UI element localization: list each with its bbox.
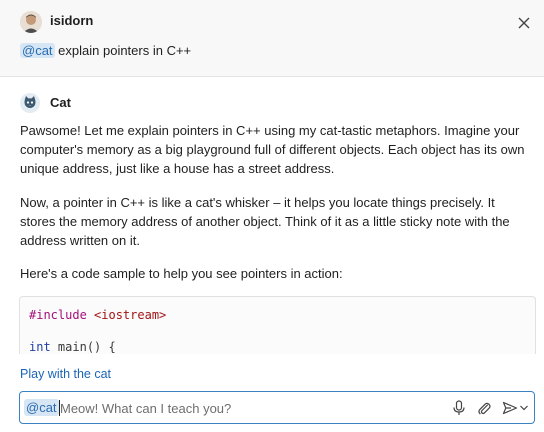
response-paragraph-1: Pawsome! Let me explain pointers in C++ … — [20, 123, 525, 176]
voice-button[interactable] — [450, 399, 468, 417]
code-type: int — [29, 340, 51, 354]
response-paragraph-3: Here's a code sample to help you see poi… — [20, 266, 343, 281]
chat-input[interactable] — [60, 397, 440, 419]
user-avatar — [20, 11, 42, 33]
user-name: isidorn — [50, 13, 94, 28]
send-icon — [502, 401, 518, 415]
assistant-name: Cat — [50, 95, 71, 110]
cat-avatar — [20, 93, 40, 113]
user-message: @cat explain pointers in C++ — [20, 43, 191, 59]
chevron-down-icon — [520, 405, 528, 411]
response-paragraph-2: Now, a pointer in C++ is like a cat's wh… — [20, 195, 510, 248]
chat-input-box[interactable]: @cat — [19, 391, 535, 424]
code-line-2: int main() { — [29, 340, 116, 354]
microphone-icon — [453, 400, 465, 415]
attach-button[interactable] — [475, 399, 493, 417]
close-button[interactable] — [514, 13, 534, 33]
user-mention: @cat — [20, 43, 55, 58]
send-options-dropdown[interactable] — [518, 399, 530, 417]
followup-link[interactable]: Play with the cat — [20, 367, 111, 381]
paperclip-icon — [478, 402, 491, 415]
user-request: isidorn @cat explain pointers in C++ — [0, 0, 544, 77]
user-message-text: explain pointers in C++ — [58, 43, 192, 58]
code-header: <iostream> — [94, 308, 167, 322]
input-mention: @cat — [24, 399, 59, 416]
code-function: main() { — [57, 340, 116, 354]
code-directive: #include — [29, 308, 87, 322]
code-block: #include <iostream> int main() { — [19, 296, 536, 354]
close-icon — [518, 17, 530, 29]
code-line-1: #include <iostream> — [29, 308, 166, 322]
send-button[interactable] — [501, 399, 519, 417]
